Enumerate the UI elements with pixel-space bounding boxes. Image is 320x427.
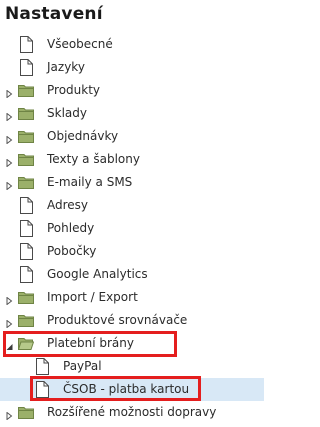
tree-item-label: Texty a šablony xyxy=(47,152,140,166)
folder-icon xyxy=(18,128,34,145)
tree-item-label: Produktové srovnávače xyxy=(47,313,188,327)
tree-item-adresy[interactable]: Adresy xyxy=(0,194,264,217)
folder-open-icon xyxy=(17,335,35,352)
expand-arrow-icon[interactable] xyxy=(6,409,13,421)
tree-item-label: Pobočky xyxy=(47,244,97,258)
tree-item-rozsirene-moznosti-dopravy[interactable]: Rozšířené možnosti dopravy xyxy=(0,401,264,424)
tree-item-csob-platba-kartou[interactable]: ČSOB - platba kartou xyxy=(0,378,264,401)
folder-icon xyxy=(18,289,34,306)
folder-icon xyxy=(18,174,34,191)
tree-item-platebni-brany[interactable]: Platební brány xyxy=(0,332,264,355)
tree-item-emaily-a-sms[interactable]: E-maily a SMS xyxy=(0,171,264,194)
tree-item-pobocky[interactable]: Pobočky xyxy=(0,240,264,263)
tree-item-label: PayPal xyxy=(63,359,102,373)
folder-icon xyxy=(18,404,34,421)
tree-item-produkty[interactable]: Produkty xyxy=(0,79,264,102)
tree-item-jazyky[interactable]: Jazyky xyxy=(0,56,264,79)
expand-arrow-icon[interactable] xyxy=(6,317,13,329)
tree-item-paypal[interactable]: PayPal xyxy=(0,355,264,378)
folder-icon xyxy=(18,312,34,329)
panel-title: Nastavení xyxy=(5,4,103,24)
tree-item-label: Platební brány xyxy=(47,336,134,350)
expand-arrow-icon[interactable] xyxy=(6,133,13,145)
tree-item-label: Sklady xyxy=(47,106,87,120)
tree-item-label: Produkty xyxy=(47,83,101,97)
file-icon xyxy=(34,381,50,398)
file-icon xyxy=(18,197,34,214)
file-icon xyxy=(18,220,34,237)
tree-item-label: Rozšířené možnosti dopravy xyxy=(47,405,217,419)
settings-tree: Všeobecné Jazyky Produkty Sklady Objedná… xyxy=(0,33,264,424)
tree-item-label: E-maily a SMS xyxy=(47,175,133,189)
file-icon xyxy=(18,59,34,76)
expand-arrow-icon[interactable] xyxy=(6,156,13,168)
tree-item-texty-a-sablony[interactable]: Texty a šablony xyxy=(0,148,264,171)
folder-icon xyxy=(18,151,34,168)
collapse-arrow-icon[interactable] xyxy=(6,340,13,350)
tree-item-label: Všeobecné xyxy=(47,37,113,51)
file-icon xyxy=(18,266,34,283)
settings-panel: Nastavení Všeobecné Jazyky Produkty Skla… xyxy=(0,0,264,427)
folder-icon xyxy=(18,82,34,99)
file-icon xyxy=(34,358,50,375)
tree-item-produktove-srovnavace[interactable]: Produktové srovnávače xyxy=(0,309,264,332)
expand-arrow-icon[interactable] xyxy=(6,87,13,99)
expand-arrow-icon[interactable] xyxy=(6,179,13,191)
tree-item-label: Adresy xyxy=(47,198,89,212)
tree-item-label: Import / Export xyxy=(47,290,138,304)
tree-item-label: Google Analytics xyxy=(47,267,148,281)
file-icon xyxy=(18,243,34,260)
file-icon xyxy=(18,36,34,53)
tree-item-google-analytics[interactable]: Google Analytics xyxy=(0,263,264,286)
tree-item-sklady[interactable]: Sklady xyxy=(0,102,264,125)
tree-item-objednavky[interactable]: Objednávky xyxy=(0,125,264,148)
expand-arrow-icon[interactable] xyxy=(6,294,13,306)
tree-item-vseobecne[interactable]: Všeobecné xyxy=(0,33,264,56)
tree-item-label: Jazyky xyxy=(47,60,85,74)
tree-item-import-export[interactable]: Import / Export xyxy=(0,286,264,309)
tree-item-label: Objednávky xyxy=(47,129,119,143)
tree-item-pohledy[interactable]: Pohledy xyxy=(0,217,264,240)
tree-item-label: ČSOB - platba kartou xyxy=(63,382,190,396)
folder-icon xyxy=(18,105,34,122)
tree-item-label: Pohledy xyxy=(47,221,95,235)
expand-arrow-icon[interactable] xyxy=(6,110,13,122)
